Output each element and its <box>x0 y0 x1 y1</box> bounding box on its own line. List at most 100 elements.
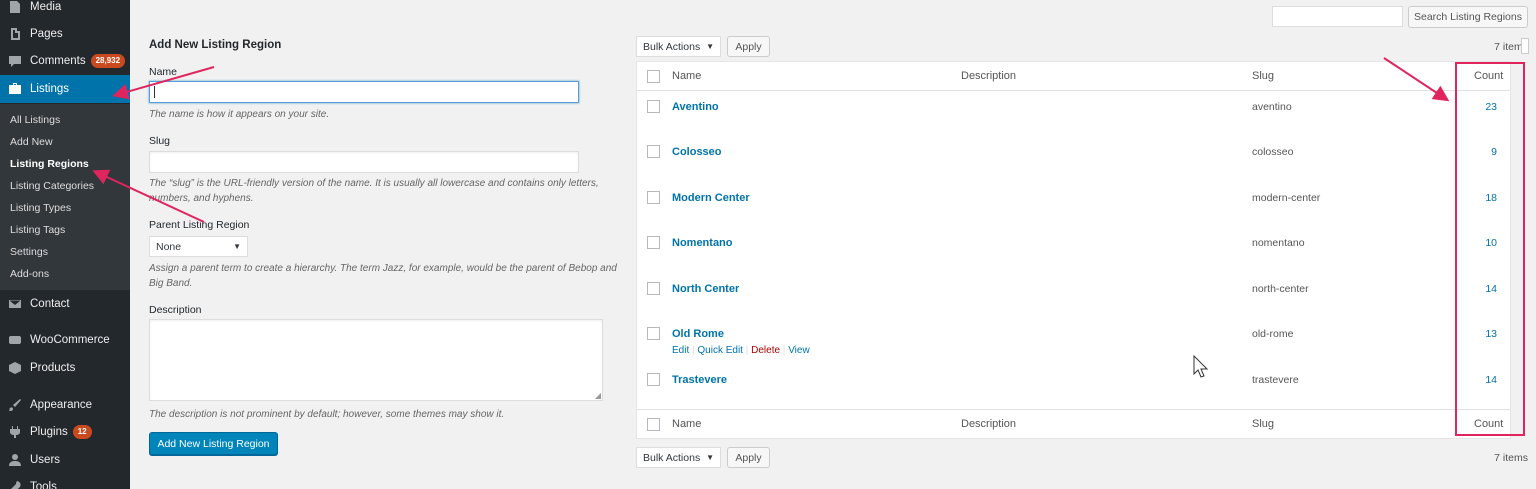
comments-icon <box>8 54 22 68</box>
menu-label: WooCommerce <box>30 334 110 346</box>
table-row: Aventino aventino 23 <box>637 92 1510 137</box>
delete-link[interactable]: Delete <box>751 345 780 356</box>
region-name-link[interactable]: Old Rome <box>672 328 724 340</box>
menu-label: Comments <box>30 55 86 67</box>
regions-table: Name Description Slug Count Aventino ave… <box>636 61 1511 439</box>
briefcase-icon <box>8 82 22 96</box>
menu-label: Contact <box>30 298 70 310</box>
menu-item-comments[interactable]: Comments 28,932 <box>0 48 130 74</box>
plugins-update-badge: 12 <box>72 425 92 439</box>
region-slug: colosseo <box>1252 146 1294 158</box>
region-name-link[interactable]: Aventino <box>672 101 719 113</box>
menu-item-listings[interactable]: Listings <box>0 75 130 103</box>
apply-button-bottom[interactable]: Apply <box>727 447 770 468</box>
column-name[interactable]: Name <box>672 70 701 82</box>
menu-item-tools[interactable]: Tools <box>0 474 130 489</box>
apply-button-top[interactable]: Apply <box>727 36 770 57</box>
resize-handle-icon[interactable]: ◢ <box>595 391 601 400</box>
search-input[interactable] <box>1272 6 1403 27</box>
menu-item-pages[interactable]: Pages <box>0 21 130 47</box>
mouse-cursor-icon <box>1193 355 1209 378</box>
listings-submenu: All Listings Add New Listing Regions Lis… <box>0 104 130 290</box>
region-slug: aventino <box>1252 101 1292 113</box>
name-hint: The name is how it appears on your site. <box>149 109 330 120</box>
row-checkbox[interactable] <box>647 373 660 386</box>
edit-link[interactable]: Edit <box>672 345 689 356</box>
column-description-footer[interactable]: Description <box>961 418 1016 430</box>
bulk-actions-select-top[interactable]: Bulk Actions ▼ <box>636 36 721 57</box>
row-checkbox[interactable] <box>647 236 660 249</box>
dropdown-arrow-icon: ▼ <box>706 42 714 51</box>
table-row: Nomentano nomentano 10 <box>637 228 1510 273</box>
parent-hint: Assign a parent term to create a hierarc… <box>149 263 617 289</box>
menu-item-contact[interactable]: Contact <box>0 291 130 317</box>
column-name-footer[interactable]: Name <box>672 418 701 430</box>
row-checkbox[interactable] <box>647 327 660 340</box>
parent-region-select[interactable]: None ▼ <box>149 236 248 257</box>
menu-label: Plugins <box>30 426 68 438</box>
row-checkbox[interactable] <box>647 100 660 113</box>
dropdown-arrow-icon: ▼ <box>233 242 241 251</box>
add-new-region-button[interactable]: Add New Listing Region <box>149 432 278 455</box>
table-footer: Name Description Slug Count <box>637 409 1510 438</box>
column-description[interactable]: Description <box>961 70 1016 82</box>
menu-label: Users <box>30 454 61 466</box>
region-slug: modern-center <box>1252 192 1321 204</box>
region-name-link[interactable]: Modern Center <box>672 192 750 204</box>
quick-edit-link[interactable]: Quick Edit <box>697 345 743 356</box>
scrollbar-thumb[interactable] <box>1521 38 1529 54</box>
menu-label: Products <box>30 362 76 374</box>
dropdown-arrow-icon: ▼ <box>706 453 714 462</box>
slug-label: Slug <box>149 135 171 147</box>
menu-item-products[interactable]: Products <box>0 355 130 381</box>
select-all-checkbox[interactable] <box>647 70 660 83</box>
region-slug: trastevere <box>1252 374 1299 386</box>
submenu-listing-tags[interactable]: Listing Tags <box>10 224 65 236</box>
region-slug: nomentano <box>1252 237 1305 249</box>
table-row: Modern Center modern-center 18 <box>637 183 1510 228</box>
region-name-link[interactable]: North Center <box>672 283 739 295</box>
menu-item-woocommerce[interactable]: WooCommerce <box>0 327 130 353</box>
items-count-bottom: 7 items <box>1494 452 1528 464</box>
submenu-all-listings[interactable]: All Listings <box>10 114 60 126</box>
count-column-highlight <box>1455 62 1525 436</box>
woocommerce-icon <box>8 333 22 347</box>
region-name-link[interactable]: Nomentano <box>672 237 733 249</box>
submenu-add-ons[interactable]: Add-ons <box>10 268 49 280</box>
search-regions-button[interactable]: Search Listing Regions <box>1408 6 1528 28</box>
region-name-link[interactable]: Colosseo <box>672 146 722 158</box>
slug-input[interactable] <box>149 151 579 173</box>
column-slug[interactable]: Slug <box>1252 70 1274 82</box>
table-row: North Center north-center 14 <box>637 274 1510 319</box>
row-checkbox[interactable] <box>647 191 660 204</box>
column-slug-footer[interactable]: Slug <box>1252 418 1274 430</box>
comments-count-badge: 28,932 <box>90 54 126 68</box>
view-link[interactable]: View <box>788 345 810 356</box>
select-all-checkbox-footer[interactable] <box>647 418 660 431</box>
submenu-add-new[interactable]: Add New <box>10 136 53 148</box>
admin-sidebar: Media Pages Comments 28,932 Listings All… <box>0 0 130 489</box>
table-row: Trastevere trastevere 14 <box>637 365 1510 410</box>
menu-label: Listings <box>30 83 69 95</box>
submenu-listing-regions[interactable]: Listing Regions <box>10 158 89 170</box>
products-icon <box>8 361 22 375</box>
name-label: Name <box>149 66 178 78</box>
table-row: Old Rome old-rome 13 Edit | Quick Edit |… <box>637 319 1510 364</box>
slug-hint: The “slug” is the URL-friendly version o… <box>149 178 599 204</box>
row-checkbox[interactable] <box>647 145 660 158</box>
row-checkbox[interactable] <box>647 282 660 295</box>
description-label: Description <box>149 304 202 316</box>
table-header: Name Description Slug Count <box>637 62 1510 91</box>
name-input[interactable] <box>149 81 579 103</box>
submenu-settings[interactable]: Settings <box>10 246 48 258</box>
bulk-actions-select-bottom[interactable]: Bulk Actions ▼ <box>636 447 721 468</box>
menu-item-users[interactable]: Users <box>0 447 130 473</box>
submenu-listing-categories[interactable]: Listing Categories <box>10 180 94 192</box>
submenu-listing-types[interactable]: Listing Types <box>10 202 71 214</box>
description-textarea[interactable]: ◢ <box>149 319 603 401</box>
region-name-link[interactable]: Trastevere <box>672 374 727 386</box>
menu-item-media[interactable]: Media <box>0 0 130 20</box>
pages-icon <box>8 27 22 41</box>
menu-item-plugins[interactable]: Plugins 12 <box>0 419 130 445</box>
menu-item-appearance[interactable]: Appearance <box>0 392 130 418</box>
